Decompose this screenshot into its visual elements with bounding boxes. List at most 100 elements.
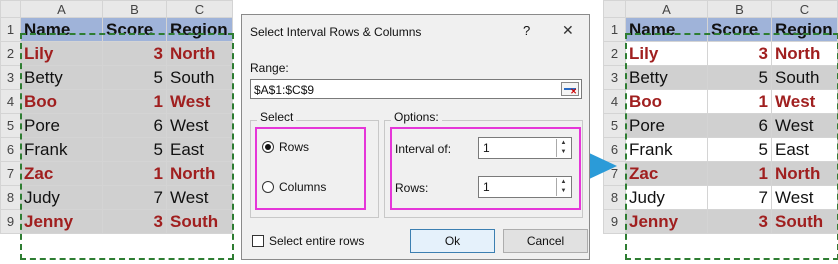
col-header-c[interactable]: C (771, 0, 838, 18)
cell-b1[interactable]: Score (707, 17, 772, 42)
range-input[interactable]: $A$1:$C$9 ✕ (250, 79, 582, 99)
cell-a3[interactable]: Betty (20, 65, 103, 90)
close-icon[interactable]: ✕ (562, 22, 574, 39)
cell-b8[interactable]: 7 (102, 185, 167, 210)
row-header[interactable]: 8 (0, 185, 21, 210)
cell-b7[interactable]: 1 (707, 161, 772, 186)
cell-a3[interactable]: Betty (625, 65, 708, 90)
cell-b6[interactable]: 5 (102, 137, 167, 162)
ok-button[interactable]: Ok (410, 229, 495, 253)
cell-c9[interactable]: South (771, 209, 838, 234)
table-row: 7 Zac 1 North (603, 161, 838, 186)
row-header[interactable]: 9 (603, 209, 626, 234)
cell-a5[interactable]: Pore (20, 113, 103, 138)
cell-a5[interactable]: Pore (625, 113, 708, 138)
cell-a6[interactable]: Frank (625, 137, 708, 162)
row-header[interactable]: 3 (603, 65, 626, 90)
cell-c6[interactable]: East (166, 137, 233, 162)
row-header[interactable]: 4 (603, 89, 626, 114)
cell-a4[interactable]: Boo (625, 89, 708, 114)
cell-c5[interactable]: West (771, 113, 838, 138)
cell-b9[interactable]: 3 (707, 209, 772, 234)
row-header[interactable]: 8 (603, 185, 626, 210)
cell-c1[interactable]: Region (166, 17, 233, 42)
cell-b3[interactable]: 5 (707, 65, 772, 90)
cell-a8[interactable]: Judy (625, 185, 708, 210)
row-header[interactable]: 5 (603, 113, 626, 138)
select-entire-rows-label[interactable]: Select entire rows (269, 234, 364, 248)
cell-c3[interactable]: South (771, 65, 838, 90)
cell-a7[interactable]: Zac (625, 161, 708, 186)
spin-up-icon[interactable]: ▲ (557, 139, 570, 148)
cell-b1[interactable]: Score (102, 17, 167, 42)
row-header[interactable]: 5 (0, 113, 21, 138)
cell-c4[interactable]: West (771, 89, 838, 114)
range-picker-icon[interactable]: ✕ (561, 82, 579, 96)
cell-c8[interactable]: West (166, 185, 233, 210)
rows-value: 1 (483, 180, 490, 194)
corner-cell[interactable] (0, 0, 21, 18)
row-header[interactable]: 4 (0, 89, 21, 114)
row-header[interactable]: 3 (0, 65, 21, 90)
row-header[interactable]: 9 (0, 209, 21, 234)
rows-stepper[interactable]: 1 ▲ ▼ (478, 176, 572, 198)
cell-c2[interactable]: North (771, 41, 838, 66)
cell-c4[interactable]: West (166, 89, 233, 114)
col-header-a[interactable]: A (625, 0, 708, 18)
cell-c2[interactable]: North (166, 41, 233, 66)
cell-a9[interactable]: Jenny (20, 209, 103, 234)
spin-down-icon[interactable]: ▼ (557, 187, 570, 196)
cell-b4[interactable]: 1 (102, 89, 167, 114)
cell-a9[interactable]: Jenny (625, 209, 708, 234)
cell-a8[interactable]: Judy (20, 185, 103, 210)
row-header[interactable]: 6 (0, 137, 21, 162)
help-button[interactable]: ? (523, 23, 530, 38)
col-header-b[interactable]: B (707, 0, 772, 18)
rows-radio[interactable] (262, 141, 274, 153)
cell-a4[interactable]: Boo (20, 89, 103, 114)
cell-b2[interactable]: 3 (102, 41, 167, 66)
cell-a2[interactable]: Lily (625, 41, 708, 66)
table-row: 5 Pore 6 West (603, 113, 838, 138)
cell-c7[interactable]: North (771, 161, 838, 186)
row-header[interactable]: 2 (0, 41, 21, 66)
cell-c3[interactable]: South (166, 65, 233, 90)
cell-a2[interactable]: Lily (20, 41, 103, 66)
cell-c1[interactable]: Region (771, 17, 838, 42)
cell-a1[interactable]: Name (625, 17, 708, 42)
row-header[interactable]: 1 (603, 17, 626, 42)
cell-b6[interactable]: 5 (707, 137, 772, 162)
cell-b4[interactable]: 1 (707, 89, 772, 114)
spin-up-icon[interactable]: ▲ (557, 178, 570, 187)
columns-radio[interactable] (262, 181, 274, 193)
cell-a6[interactable]: Frank (20, 137, 103, 162)
row-header[interactable]: 2 (603, 41, 626, 66)
col-header-a[interactable]: A (20, 0, 103, 18)
cell-c9[interactable]: South (166, 209, 233, 234)
cell-a7[interactable]: Zac (20, 161, 103, 186)
cell-c5[interactable]: West (166, 113, 233, 138)
cell-b8[interactable]: 7 (707, 185, 772, 210)
cell-c7[interactable]: North (166, 161, 233, 186)
cell-b5[interactable]: 6 (707, 113, 772, 138)
col-header-b[interactable]: B (102, 0, 167, 18)
row-header[interactable]: 1 (0, 17, 21, 42)
cancel-button[interactable]: Cancel (503, 229, 588, 253)
cell-b9[interactable]: 3 (102, 209, 167, 234)
interval-stepper[interactable]: 1 ▲ ▼ (478, 137, 572, 159)
cell-c8[interactable]: West (771, 185, 838, 210)
col-header-c[interactable]: C (166, 0, 233, 18)
cell-b7[interactable]: 1 (102, 161, 167, 186)
cell-c6[interactable]: East (771, 137, 838, 162)
cell-b5[interactable]: 6 (102, 113, 167, 138)
rows-radio-label[interactable]: Rows (279, 140, 309, 154)
corner-cell[interactable] (603, 0, 626, 18)
cell-b3[interactable]: 5 (102, 65, 167, 90)
table-row: 2 Lily 3 North (603, 41, 838, 66)
columns-radio-label[interactable]: Columns (279, 180, 326, 194)
spin-down-icon[interactable]: ▼ (557, 148, 570, 157)
cell-a1[interactable]: Name (20, 17, 103, 42)
select-entire-rows-checkbox[interactable] (252, 235, 264, 247)
row-header[interactable]: 7 (0, 161, 21, 186)
cell-b2[interactable]: 3 (707, 41, 772, 66)
